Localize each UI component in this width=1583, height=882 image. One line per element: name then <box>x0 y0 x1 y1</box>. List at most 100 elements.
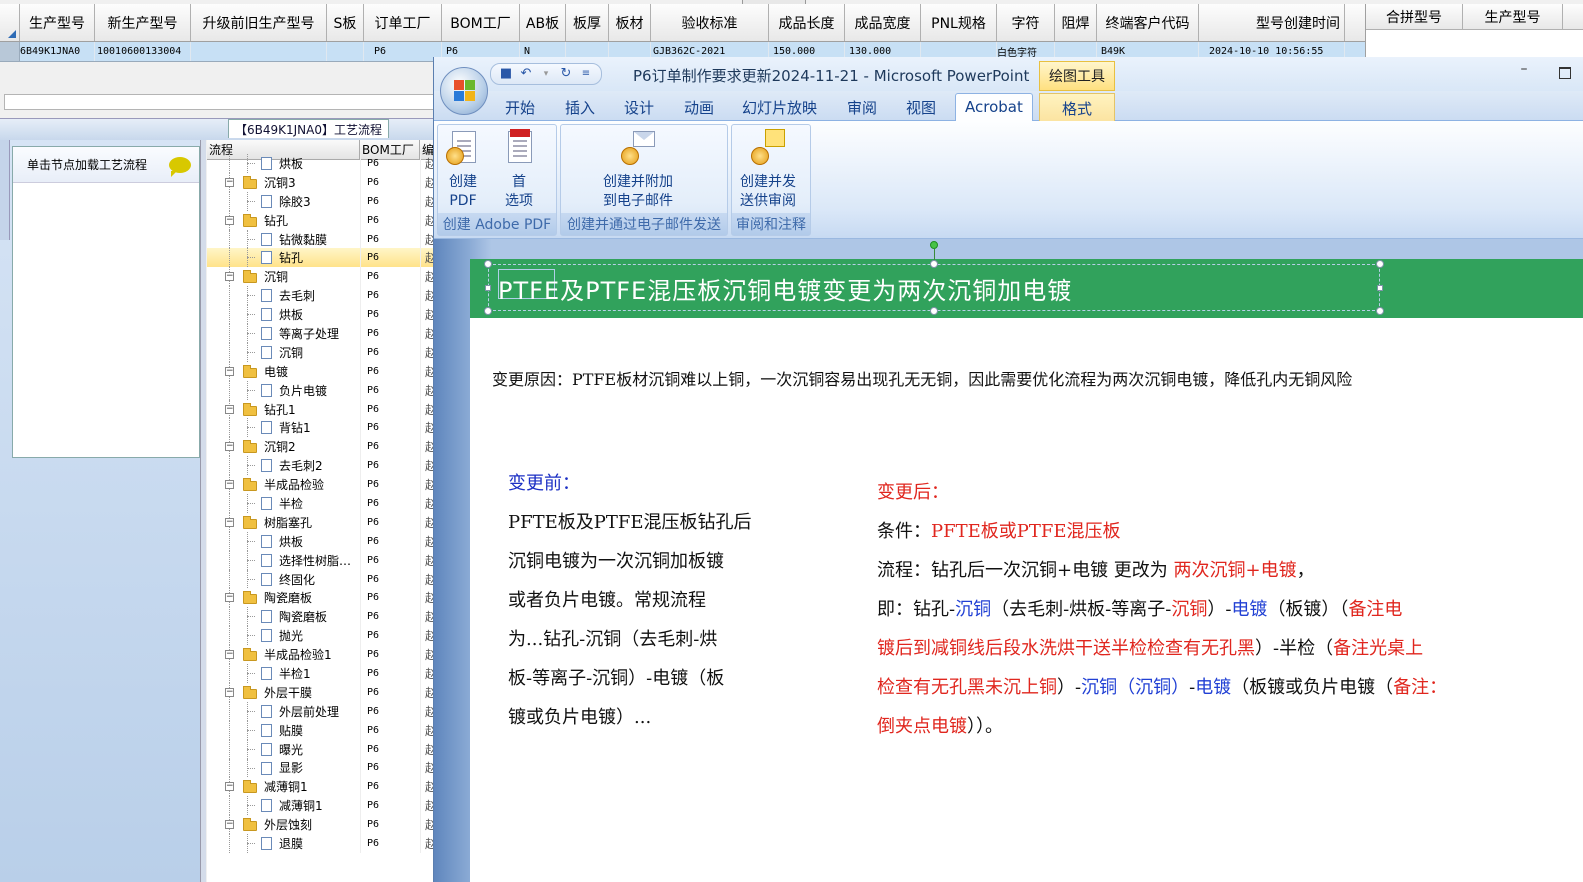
dropdown-icon[interactable]: ▾ <box>539 67 553 81</box>
tree-row[interactable]: − 外层干膜 P6 赵 <box>207 682 436 702</box>
customize-qat-icon[interactable]: ≡ <box>579 67 593 81</box>
resize-handle[interactable] <box>484 260 492 268</box>
tree-row[interactable]: 负片电镀 P6 赵 <box>207 380 436 400</box>
tree-node[interactable]: − 沉铜3 <box>207 172 360 192</box>
tree-node[interactable]: − 外层干膜 <box>207 682 360 702</box>
tree-cell-factory[interactable]: P6 <box>360 418 420 438</box>
tree-cell-factory[interactable]: P6 <box>360 645 420 665</box>
tree-cell-factory[interactable]: P6 <box>360 701 420 721</box>
table-cell[interactable]: P6 <box>364 42 442 61</box>
tree-cell-factory[interactable]: P6 <box>360 380 420 400</box>
tree-node[interactable]: 烘板 <box>207 305 360 325</box>
preferences-button[interactable]: 首 选项 <box>502 129 536 211</box>
tree-cell-factory[interactable]: P6 <box>360 324 420 343</box>
tree-row[interactable]: − 陶瓷磨板 P6 赵 <box>207 588 436 608</box>
tree-node[interactable]: − 半成品检验1 <box>207 645 360 665</box>
col-header[interactable]: BOM工厂 <box>442 4 520 41</box>
collapse-icon[interactable]: − <box>225 593 234 603</box>
create-and-email-button[interactable]: 创建并附加 到电子邮件 <box>603 129 673 211</box>
tree-row[interactable]: 曝光 P6 赵 <box>207 739 436 759</box>
col-header[interactable]: 合拼型号 <box>1366 4 1463 29</box>
tree-row[interactable]: 终固化 P6 赵 <box>207 569 436 589</box>
tree-row[interactable]: 减薄铜1 P6 赵 <box>207 796 436 816</box>
tree-row[interactable]: 抛光 P6 赵 <box>207 626 436 646</box>
tree-row[interactable]: 显影 P6 赵 <box>207 758 436 778</box>
tree-node[interactable]: − 电镀 <box>207 361 360 381</box>
minimize-icon[interactable]: – <box>1514 61 1534 81</box>
tree-cell-factory[interactable]: P6 <box>360 682 420 702</box>
tree-cell-factory[interactable]: P6 <box>360 494 420 513</box>
tree-node[interactable]: 去毛刺2 <box>207 456 360 476</box>
col-header[interactable]: 阻焊 <box>1055 4 1097 41</box>
tree-cell-factory[interactable]: P6 <box>360 815 420 835</box>
tree-row[interactable]: 去毛刺 P6 赵 <box>207 286 436 306</box>
slide[interactable]: PTFE及PTFE混压板沉铜电镀变更为两次沉铜加电镀 变更原因：PTFE板材沉铜… <box>470 241 1583 882</box>
tree-node[interactable]: 沉铜 <box>207 342 360 362</box>
tree-cell-factory[interactable]: P6 <box>360 229 420 249</box>
change-reason[interactable]: 变更原因：PTFE板材沉铜难以上铜，一次沉铜容易出现孔无无铜，因此需要优化流程为… <box>492 366 1352 390</box>
tree-row[interactable]: 半检 P6 赵 <box>207 494 436 513</box>
tree-cell-factory[interactable]: P6 <box>360 834 420 853</box>
collapse-icon[interactable]: − <box>225 650 234 660</box>
tree-node[interactable]: 抛光 <box>207 626 360 646</box>
col-header[interactable]: 订单工厂 <box>364 4 442 41</box>
tree-cell-factory[interactable]: P6 <box>360 437 420 457</box>
tree-cell-factory[interactable]: P6 <box>360 191 420 211</box>
horizontal-scrollbar[interactable] <box>4 94 434 110</box>
tree-row[interactable]: 贴膜 P6 赵 <box>207 720 436 740</box>
tree-cell-factory[interactable]: P6 <box>360 777 420 797</box>
collapse-icon[interactable]: − <box>225 366 234 376</box>
tree-node[interactable]: − 陶瓷磨板 <box>207 588 360 608</box>
tree-node[interactable]: 显影 <box>207 758 360 778</box>
tree-row[interactable]: − 树脂塞孔 P6 赵 <box>207 512 436 532</box>
tree-row[interactable]: 沉铜 P6 赵 <box>207 342 436 362</box>
grid-corner-select-all[interactable] <box>0 4 20 41</box>
tree-node[interactable]: 陶瓷磨板 <box>207 607 360 627</box>
tab-view[interactable]: 视图 <box>906 97 936 118</box>
collapse-icon[interactable]: − <box>225 517 234 527</box>
tree-cell-factory[interactable]: P6 <box>360 286 420 306</box>
tree-node[interactable]: 半检 <box>207 494 360 513</box>
col-header[interactable]: AB板 <box>520 4 566 41</box>
tree-row[interactable]: − 外层蚀刻 P6 赵 <box>207 815 436 835</box>
tree-node[interactable]: 贴膜 <box>207 720 360 740</box>
tree-node[interactable]: 半检1 <box>207 664 360 683</box>
after-change-box[interactable]: 变更后： 条件：PFTE板或PTFE混压板 流程：钻孔后一次沉铜+电镀 更改为 … <box>877 473 1577 746</box>
resize-handle[interactable] <box>1377 285 1383 291</box>
tab-animations[interactable]: 动画 <box>684 97 714 118</box>
tree-cell-factory[interactable]: P6 <box>360 267 420 287</box>
resize-handle[interactable] <box>1376 307 1384 315</box>
collapse-icon[interactable]: − <box>225 442 234 452</box>
tree-row[interactable]: 背钻1 P6 赵 <box>207 418 436 438</box>
tree-cell-factory[interactable]: P6 <box>360 475 420 495</box>
resize-handle[interactable] <box>485 285 491 291</box>
tree-cell-factory[interactable]: P6 <box>360 550 420 570</box>
tree-cell-factory[interactable]: P6 <box>360 210 420 230</box>
undo-icon[interactable]: ↶ <box>519 67 533 81</box>
resize-handle[interactable] <box>484 307 492 315</box>
resize-handle[interactable] <box>1376 260 1384 268</box>
col-header[interactable]: 终端客户代码 <box>1097 4 1199 41</box>
collapse-icon[interactable]: − <box>225 272 234 282</box>
tab-insert[interactable]: 插入 <box>565 97 595 118</box>
resize-handle[interactable] <box>930 307 938 315</box>
col-header[interactable]: 板厚 <box>566 4 609 41</box>
collapse-icon[interactable]: − <box>225 177 234 187</box>
tree-cell-factory[interactable]: P6 <box>360 342 420 362</box>
tree-node[interactable]: 选择性树脂… <box>207 550 360 570</box>
row-selector[interactable] <box>0 42 20 61</box>
col-header[interactable]: 生产型号 <box>1463 4 1563 29</box>
table-cell[interactable] <box>191 42 327 61</box>
slide-title[interactable]: PTFE及PTFE混压板沉铜电镀变更为两次沉铜加电镀 <box>498 271 1072 306</box>
tree-row[interactable]: 半检1 P6 赵 <box>207 664 436 683</box>
tree-node[interactable]: − 树脂塞孔 <box>207 512 360 532</box>
tab-acrobat[interactable]: Acrobat <box>955 93 1033 122</box>
tree-node[interactable]: 外层前处理 <box>207 701 360 721</box>
tree-row[interactable]: − 沉铜 P6 赵 <box>207 267 436 287</box>
tree-row[interactable]: − 半成品检验1 P6 赵 <box>207 645 436 665</box>
create-and-review-button[interactable]: 创建并发 送供审阅 <box>740 129 796 211</box>
tab-review[interactable]: 审阅 <box>847 97 877 118</box>
tree-row[interactable]: 等离子处理 P6 赵 <box>207 324 436 343</box>
redo-icon[interactable]: ↻ <box>559 67 573 81</box>
tree-cell-factory[interactable]: P6 <box>360 248 420 268</box>
